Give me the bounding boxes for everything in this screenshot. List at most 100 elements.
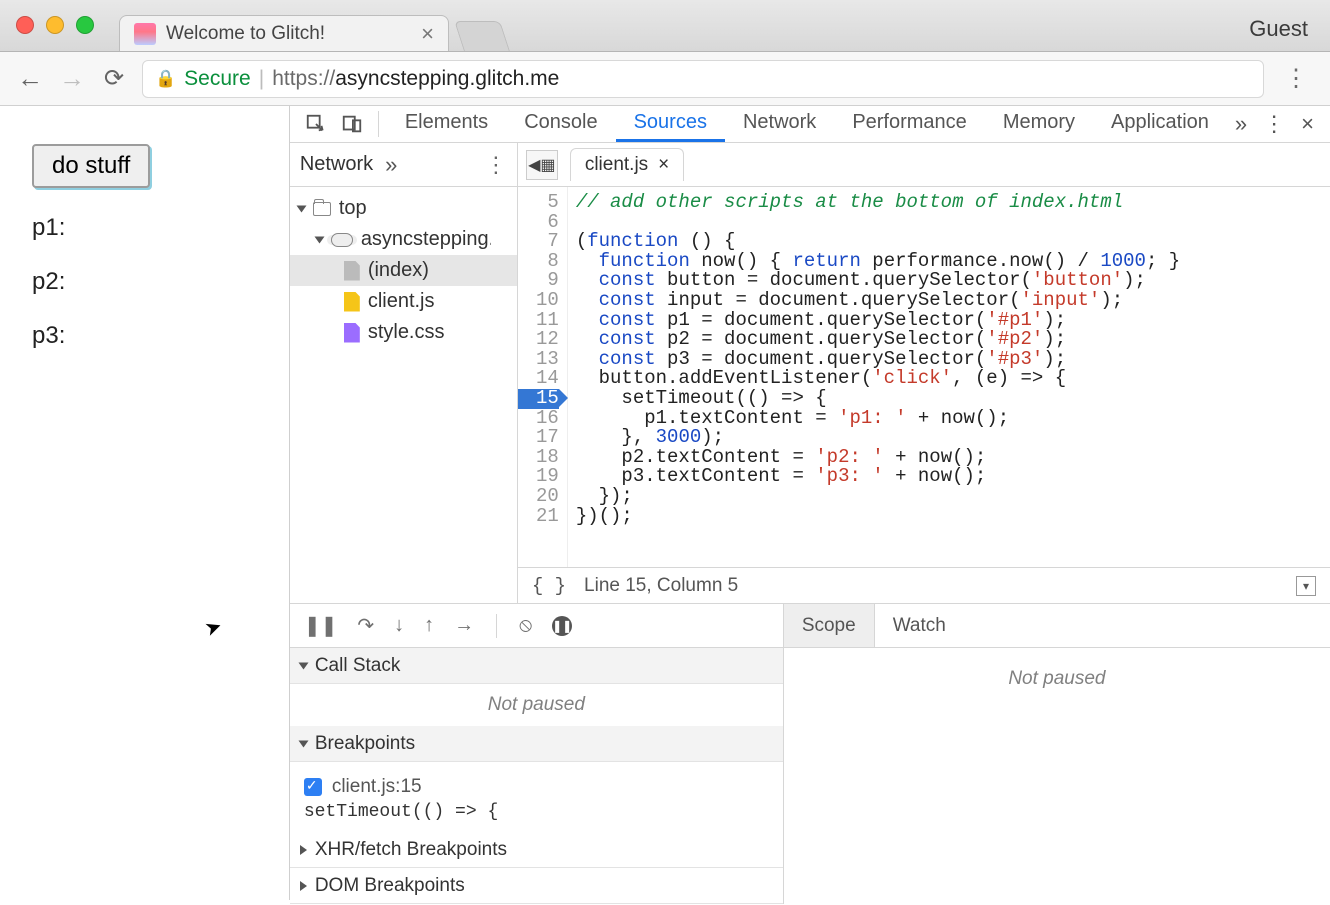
pretty-print-icon[interactable]: { } [532, 575, 566, 597]
debugger-panel: ❚❚ ↷ ↓ ↑ → ⦸ ❚❚ Call Stack Not paused [290, 603, 1330, 904]
document-icon [344, 261, 360, 281]
debugger-controls: ❚❚ ↷ ↓ ↑ → ⦸ ❚❚ [290, 604, 783, 648]
xhr-label: XHR/fetch Breakpoints [315, 839, 507, 861]
callstack-label: Call Stack [315, 655, 401, 677]
editor-tab[interactable]: client.js × [570, 148, 684, 181]
minimize-window-icon[interactable] [46, 16, 64, 34]
chevron-right-icon [300, 881, 307, 891]
step-out-icon[interactable]: ↑ [424, 614, 434, 637]
tab-scope[interactable]: Scope [784, 604, 875, 647]
browser-menu-icon[interactable]: ⋮ [1278, 64, 1314, 93]
tree-file-style[interactable]: style.css [290, 317, 517, 348]
tree-file-label: style.css [368, 321, 445, 344]
breakpoint-file: client.js:15 [332, 776, 422, 798]
device-toggle-icon[interactable] [334, 106, 370, 142]
tree-root[interactable]: top [290, 193, 517, 224]
tab-watch[interactable]: Watch [875, 604, 964, 647]
tree-root-label: top [339, 197, 367, 220]
reload-button[interactable]: ⟳ [100, 64, 128, 93]
breakpoint-checkbox[interactable] [304, 778, 322, 796]
dom-breakpoints-header[interactable]: DOM Breakpoints [290, 868, 783, 904]
devtools-tabstrip: Elements Console Sources Network Perform… [290, 106, 1330, 143]
back-button[interactable]: ← [16, 63, 44, 94]
zoom-window-icon[interactable] [76, 16, 94, 34]
tab-elements[interactable]: Elements [387, 106, 506, 142]
breakpoint-row[interactable]: client.js:15 [304, 772, 769, 802]
tab-performance[interactable]: Performance [834, 106, 985, 142]
divider: | [259, 67, 264, 91]
tree-file-index[interactable]: (index) [290, 255, 517, 286]
url-field[interactable]: 🔒 Secure | https://asyncstepping.glitch.… [142, 60, 1264, 98]
sources-navigator: Network » ⋮ top asyncsteppi [290, 143, 518, 603]
tree-file-client[interactable]: client.js [290, 286, 517, 317]
p1-label: p1: [32, 214, 257, 242]
js-file-icon [344, 292, 360, 312]
pause-icon[interactable]: ❚❚ [304, 613, 338, 638]
line-gutter[interactable]: 56789101112131415161718192021 [518, 187, 568, 567]
rendered-page: do stuff p1: p2: p3: [0, 106, 290, 900]
breakpoints-header[interactable]: Breakpoints [290, 726, 783, 762]
navigator-tab-label[interactable]: Network [300, 153, 373, 176]
step-into-icon[interactable]: ↓ [394, 614, 404, 637]
navigator-menu-icon[interactable]: ⋮ [485, 152, 507, 178]
url-text: https://asyncstepping.glitch.me [272, 67, 559, 91]
close-window-icon[interactable] [16, 16, 34, 34]
pause-on-exceptions-icon[interactable]: ❚❚ [552, 616, 572, 636]
devtools-menu-icon[interactable]: ⋮ [1255, 111, 1293, 137]
lock-icon: 🔒 [155, 69, 176, 89]
browser-tab[interactable]: Welcome to Glitch! × [119, 15, 449, 51]
deactivate-breakpoints-icon[interactable]: ⦸ [519, 614, 532, 637]
cloud-icon [331, 233, 353, 247]
breakpoint-code: setTimeout(() => { [304, 802, 769, 822]
tab-console[interactable]: Console [506, 106, 615, 142]
tab-sources[interactable]: Sources [616, 106, 725, 142]
editor-statusline: { } Line 15, Column 5 ▾ [518, 567, 1330, 603]
tree-file-label: client.js [368, 290, 435, 313]
chevron-down-icon [298, 662, 308, 669]
chevron-down-icon [298, 740, 308, 747]
callstack-body: Not paused [290, 684, 783, 726]
tab-title: Welcome to Glitch! [166, 23, 411, 45]
forward-button[interactable]: → [58, 63, 86, 94]
scope-body: Not paused [784, 648, 1330, 904]
dom-label: DOM Breakpoints [315, 875, 465, 897]
devtools-panel: Elements Console Sources Network Perform… [290, 106, 1330, 900]
window-icon [313, 202, 331, 216]
overflow-tabs-icon[interactable]: » [1227, 111, 1255, 137]
close-devtools-icon[interactable]: × [1293, 111, 1322, 137]
step-icon[interactable]: → [454, 614, 474, 637]
code-content[interactable]: // add other scripts at the bottom of in… [568, 187, 1180, 567]
breakpoints-body: client.js:15 setTimeout(() => { [290, 762, 783, 832]
editor-tab-label: client.js [585, 154, 648, 176]
profile-label[interactable]: Guest [1249, 16, 1308, 42]
css-file-icon [344, 323, 360, 343]
editor-dropdown-icon[interactable]: ▾ [1296, 576, 1316, 596]
step-over-icon[interactable]: ↷ [357, 613, 374, 638]
tab-network[interactable]: Network [725, 106, 834, 142]
tab-application[interactable]: Application [1093, 106, 1227, 142]
chevron-right-icon [300, 845, 307, 855]
divider [496, 614, 497, 638]
tab-memory[interactable]: Memory [985, 106, 1093, 142]
window-controls [16, 16, 94, 34]
editor-history-icon[interactable]: ◀▦ [526, 150, 558, 180]
divider [378, 111, 379, 137]
inspect-element-icon[interactable] [298, 106, 334, 142]
tree-domain[interactable]: asyncstepping.glitch.me [290, 224, 517, 255]
tree-file-label: (index) [368, 259, 429, 282]
close-editor-tab-icon[interactable]: × [658, 154, 669, 176]
glitch-favicon-icon [134, 23, 156, 45]
chevron-down-icon [314, 236, 324, 243]
secure-label: Secure [184, 67, 251, 91]
file-tree: top asyncstepping.glitch.me (index) [290, 187, 517, 354]
source-editor: ◀▦ client.js × 5678910111213141516171819… [518, 143, 1330, 603]
callstack-header[interactable]: Call Stack [290, 648, 783, 684]
xhr-breakpoints-header[interactable]: XHR/fetch Breakpoints [290, 832, 783, 868]
browser-titlebar: Welcome to Glitch! × Guest [0, 0, 1330, 52]
new-tab-button[interactable] [454, 21, 510, 51]
do-stuff-button[interactable]: do stuff [32, 144, 150, 188]
navigator-overflow-icon[interactable]: » [385, 152, 397, 178]
p2-label: p2: [32, 268, 257, 296]
close-tab-icon[interactable]: × [421, 23, 434, 45]
tree-domain-label: asyncstepping.glitch.me [361, 228, 491, 251]
